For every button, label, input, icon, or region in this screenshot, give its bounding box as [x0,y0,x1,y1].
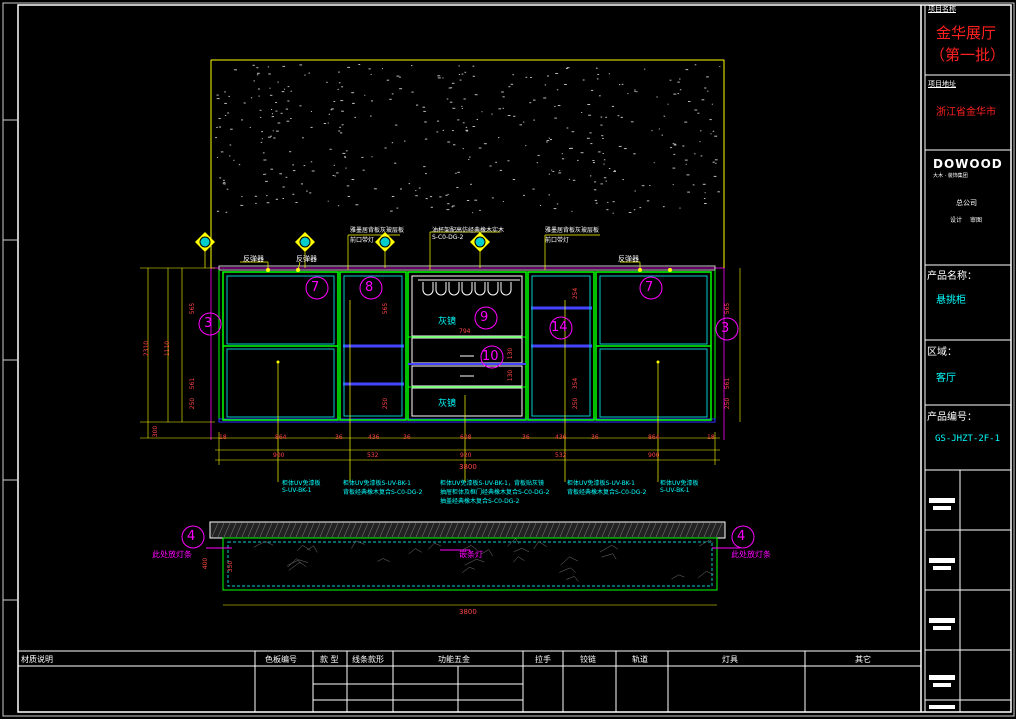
dim-b-8: 36 [591,434,599,441]
header-rail: 轨道 [632,655,648,664]
dim-b-2: 36 [335,434,343,441]
note-4-line2: 背板经典橡木复合S-C0-DG-2 [567,489,647,496]
dim-c-0: 900 [273,452,285,459]
note-3-line3: 抽盖经典橡木复合S-C0-DG-2 [440,498,520,505]
plan-label-left: 此处放灯条 [152,550,192,559]
dim-m-0: 565 [382,302,390,315]
dim-r-1: 561 [724,377,732,390]
header-hardware: 功能五金 [438,655,470,664]
cad-drawing [0,0,1016,719]
dim-c-4: 900 [648,452,660,459]
callout-note-3b: 前口带灯 [545,237,570,244]
product-code: GS-JHZT-2F-1 [935,434,1001,444]
project-name: 金华展厅 [936,24,997,42]
note-3-line1: 柜体UV免漆板S-UV-BK-1，背板贴灰镜 [440,480,544,487]
dim-b-1: 864 [275,434,287,441]
note-1-line2: S-UV-BK-1 [282,487,312,494]
plan-label-right: 此处放灯条 [731,550,771,559]
product-name-label: 产品名称： [927,271,977,282]
tag-10: 10 [482,349,499,364]
dim-b-7: 436 [555,434,567,441]
dim-m-5: 254 [572,287,580,300]
area-label: 区域： [927,347,957,358]
header-lighting: 灯具 [722,655,738,664]
note-4-line1: 柜体UV免漆板S-UV-BK-1 [567,480,635,487]
product-code-label: 产品编号： [927,412,977,423]
company-name: 总公司 [956,199,977,207]
project-location: 浙江省金华市 [936,107,996,118]
dim-c-3: 532 [555,452,567,459]
dim-c-2: 920 [460,452,472,459]
tag-4b: 4 [737,529,746,544]
dim-r-2: 250 [724,397,732,410]
tag-8: 8 [365,280,374,295]
dim-m-4: 130 [507,369,515,382]
dim-m-7: 250 [572,397,580,410]
callout-note-1a: 雅墨居背板灰玻层板 [350,227,405,234]
dim-m-3: 130 [507,347,515,360]
tag-3b: 3 [721,321,730,336]
dim-l-0: 2310 [143,340,151,357]
header-hinge: 铰链 [580,655,596,664]
dim-b-5: 608 [460,434,472,441]
header-handle: 拉手 [535,655,551,664]
company-logo-sub: 大木 · 装饰集团 [933,173,968,179]
dim-b-0: 18 [219,434,227,441]
project-name-label: 项目名称 [928,5,956,13]
dim-l-3: 561 [189,377,197,390]
plan-label-center: 嵌条灯 [459,550,483,559]
callout-rebound-2: 反弹器 [296,255,317,263]
plan-depth-0: 400 [202,557,210,570]
note-5-line1: 柜体UV免漆板 [660,480,699,487]
plan-width: 3800 [459,608,477,616]
designer-label: 设计 [950,217,963,224]
dim-overall: 3800 [459,463,477,471]
dim-c-1: 532 [367,452,379,459]
checker-label: 审图 [970,217,983,224]
dim-b-9: 864 [648,434,660,441]
dim-r-0: 565 [724,302,732,315]
dim-b-6: 36 [522,434,530,441]
dim-b-4: 36 [403,434,411,441]
tag-14: 14 [551,320,568,335]
plan-depth-1: 350 [227,560,235,573]
dim-b-3: 436 [368,434,380,441]
glass-label-upper: 灰镜 [438,317,457,327]
callout-note-2b: S-C0-DG-2 [432,234,464,241]
callout-note-1b: 前口带灯 [350,237,375,244]
callout-rebound-left: 反弹器 [243,255,264,263]
header-moulding: 线条款形 [352,655,384,664]
dim-l-4: 250 [189,397,197,410]
note-2-line1: 柜体UV免漆板S-UV-BK-1 [343,480,411,487]
product-name: 悬挑柜 [936,295,966,306]
glass-label-lower: 灰镜 [438,399,457,409]
callout-note-3a: 雅墨居背板灰玻层板 [545,227,600,234]
header-material: 材质说明 [21,655,53,664]
callout-rebound-right: 反弹器 [618,255,639,263]
note-5-line2: S-UV-BK-1 [660,487,690,494]
header-other: 其它 [855,655,871,664]
dim-m-2: 794 [459,328,471,335]
tag-7b: 7 [645,280,654,295]
callout-note-2a: 油杯架配高仿经典橡木实木 [432,227,505,234]
project-location-label: 项目地址 [928,80,956,88]
note-2-line2: 背板经典橡木复合S-C0-DG-2 [343,489,423,496]
dim-b-10: 18 [707,434,715,441]
dim-l-2: 565 [189,302,197,315]
tag-3a: 3 [204,316,213,331]
project-name-sub: （第一批） [930,46,1006,64]
note-3-line2: 抽屉柜体及框门经典橡木复合S-C0-DG-2 [440,489,550,496]
tag-9: 9 [480,310,489,325]
dim-l-5: 300 [152,425,160,438]
dim-l-1: 1110 [164,340,172,357]
tag-4a: 4 [187,529,196,544]
area: 客厅 [936,373,956,384]
header-color: 色板编号 [265,655,297,664]
note-1-line1: 柜体UV免漆板 [282,480,321,487]
dim-m-1: 250 [382,397,390,410]
header-style: 款 型 [320,655,339,664]
tag-7a: 7 [311,280,320,295]
dim-m-6: 354 [572,377,580,390]
company-logo: DOWOOD [933,157,1003,171]
